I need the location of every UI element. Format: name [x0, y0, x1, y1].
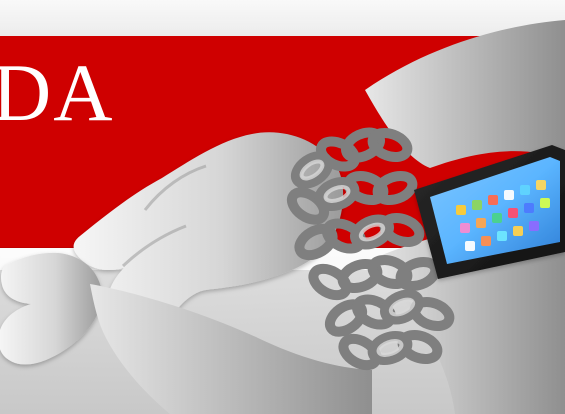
image-scene: DA [0, 0, 565, 414]
hands-chains-phone-illustration [0, 20, 565, 414]
lower-hand [0, 252, 102, 365]
left-wrist [90, 284, 372, 414]
right-forearm [365, 20, 565, 168]
